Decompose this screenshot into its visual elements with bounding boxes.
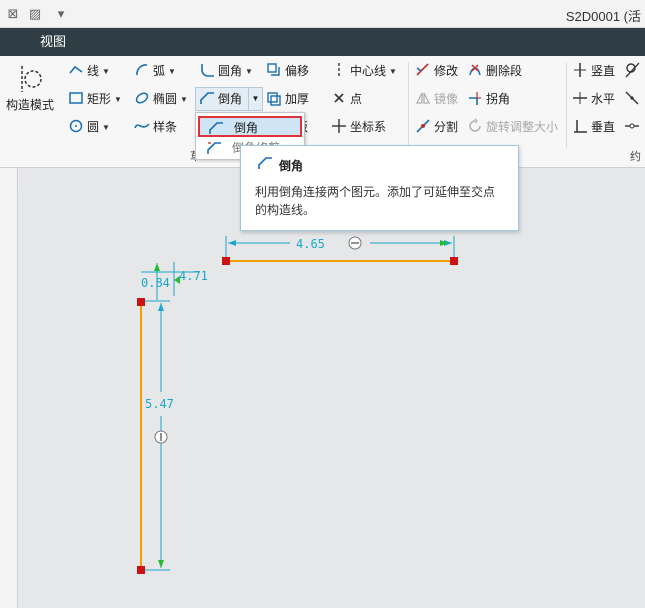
dimension-vertical[interactable]: 5.47 bbox=[143, 300, 174, 571]
sketch-vertex[interactable] bbox=[450, 257, 458, 265]
tooltip-description: 利用倒角连接两个图元。添加了可延伸至交点的构造线。 bbox=[255, 185, 496, 217]
sketch-geometry: 4.65 0.84 4.71 5.47 bbox=[137, 236, 458, 574]
dimension-small-horizontal-value: 4.71 bbox=[179, 269, 208, 283]
sketch-vertex[interactable] bbox=[137, 566, 145, 574]
chamfer-tooltip: 倒角 利用倒角连接两个图元。添加了可延伸至交点的构造线。 bbox=[240, 145, 519, 231]
dimension-horizontal-value: 4.65 bbox=[296, 237, 325, 251]
chamfer-trim-icon bbox=[207, 142, 221, 154]
dimension-corner[interactable]: 0.84 4.71 bbox=[141, 262, 208, 300]
chamfer-icon bbox=[258, 157, 272, 169]
chamfer-icon bbox=[209, 122, 223, 134]
menu-item-chamfer[interactable]: 倒角 bbox=[198, 116, 302, 137]
menu-item-chamfer-label: 倒角 bbox=[234, 121, 259, 135]
sketch-vertex[interactable] bbox=[137, 298, 145, 306]
dimension-horizontal[interactable]: 4.65 bbox=[225, 236, 455, 258]
sketch-vertex[interactable] bbox=[222, 257, 230, 265]
dimension-vertical-value: 5.47 bbox=[145, 397, 174, 411]
tooltip-title: 倒角 bbox=[279, 159, 304, 173]
dimension-small-vertical-value: 0.84 bbox=[141, 276, 170, 290]
